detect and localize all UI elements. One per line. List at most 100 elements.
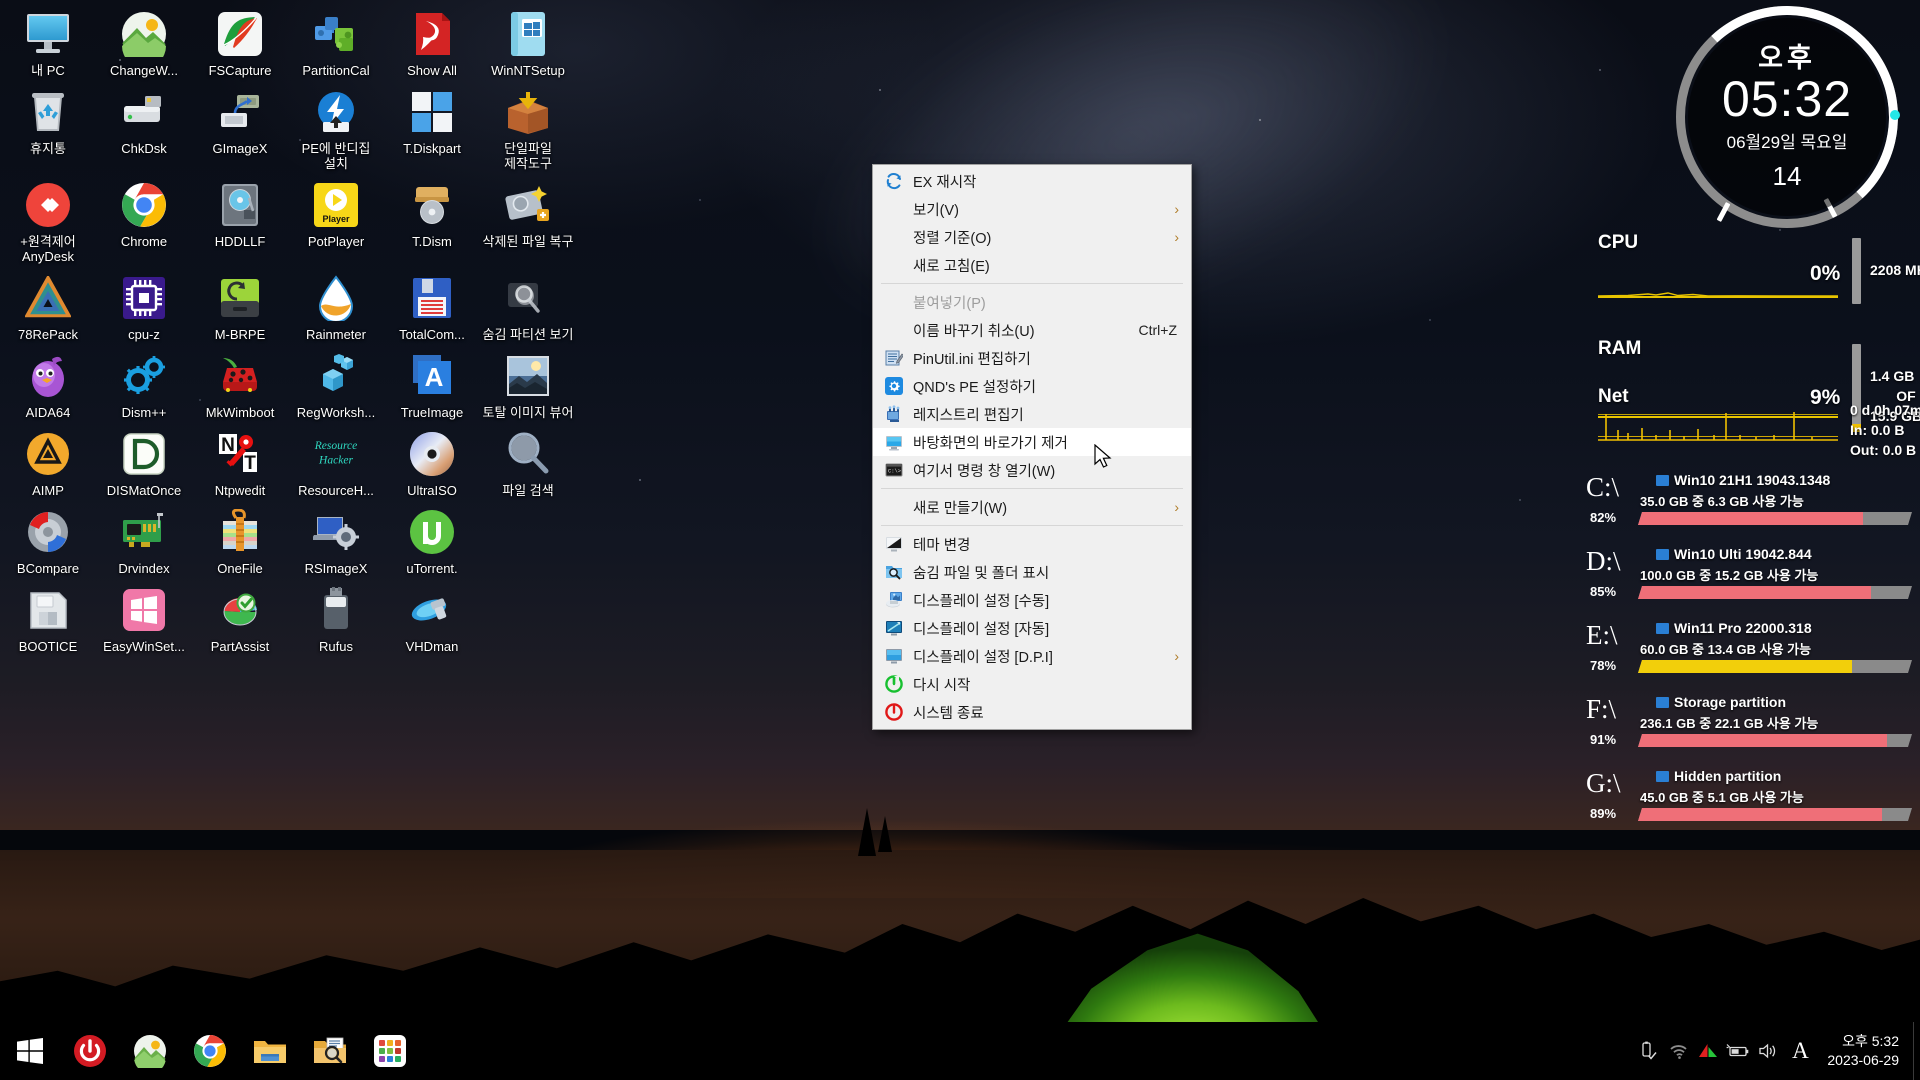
desktop-icon-hddllf[interactable]: HDDLLF (192, 171, 288, 264)
desktop-icon-bandizip-pe[interactable]: PE에 반디집 설치 (288, 78, 384, 171)
desktop-icon-ultraiso[interactable]: UltraISO (384, 420, 480, 498)
wifi-icon[interactable] (1663, 1022, 1693, 1080)
volume-icon[interactable] (1753, 1022, 1783, 1080)
cpu-meter: CPU 0% 2208 MHz (1580, 232, 1920, 312)
taskbar-clock[interactable]: 오후 5:32 2023-06-29 (1817, 1032, 1913, 1070)
desktop-icon-trueimage[interactable]: A TrueImage (384, 342, 480, 420)
drive-meter: D:\ Win10 Ulti 19042.844 100.0 GB 중 15.2 G… (1580, 540, 1920, 612)
desktop-icon-row: 78RePack cpu-z M-BRPE Rainmeter TotalCom... 숨… (0, 264, 573, 342)
menu-item[interactable]: EX 재시작 (873, 167, 1191, 195)
desktop-icon-78repack[interactable]: 78RePack (0, 264, 96, 342)
ime-indicator[interactable]: A (1783, 1022, 1817, 1080)
desktop-icon-drvindex[interactable]: Drvindex (96, 498, 192, 576)
start-button[interactable] (0, 1022, 60, 1080)
menu-item[interactable]: 레지스트리 편집기 (873, 400, 1191, 428)
menu-item[interactable]: 바탕화면의 바로가기 제거 (873, 428, 1191, 456)
desktop-icon-bcompare[interactable]: BCompare (0, 498, 96, 576)
desktop-icon-aimp[interactable]: AIMP (0, 420, 96, 498)
clock-widget[interactable]: 오후 05:32 06월29일 목요일 14 (1672, 2, 1902, 232)
desktop-icon-hidden-partition[interactable]: 숨김 파티션 보기 (480, 264, 576, 342)
menu-item[interactable]: C:\> 여기서 명령 창 열기(W) (873, 456, 1191, 484)
desktop-icon-rufus[interactable]: Rufus (288, 576, 384, 654)
desktop-icon-t-diskpart[interactable]: T.Diskpart (384, 78, 480, 171)
desktop-icon-label: +원격제어 AnyDesk (20, 234, 76, 264)
desktop-icon-totalcommander[interactable]: TotalCom... (384, 264, 480, 342)
search-files-button[interactable] (300, 1022, 360, 1080)
desktop-icon-total-image-viewer[interactable]: 토탈 이미지 뷰어 (480, 342, 576, 420)
menu-item[interactable]: PinUtil.ini 편집하기 (873, 344, 1191, 372)
desktop-context-menu[interactable]: EX 재시작 보기(V) › 정렬 기준(O) › 새로 고침(E) 붙여넣기(P) 이름 바… (872, 164, 1192, 730)
desktop-icon-potplayer[interactable]: Player PotPlayer (288, 171, 384, 264)
menu-item[interactable]: 숨김 파일 및 폴더 표시 (873, 558, 1191, 586)
usb-eject-icon[interactable] (1633, 1022, 1663, 1080)
desktop-icon-regworkshop[interactable]: RegWorksh... (288, 342, 384, 420)
desktop-icon-file-recovery[interactable]: 삭제된 파일 복구 (480, 171, 576, 264)
desktop-icon-file-search[interactable]: 파일 검색 (480, 420, 576, 498)
desktop-icon-aida64[interactable]: AIDA64 (0, 342, 96, 420)
desktop-icon-my-computer[interactable]: 내 PC (0, 0, 96, 78)
desktop-icon-fscapture[interactable]: FSCapture (192, 0, 288, 78)
desktop-icon-easywinsetup[interactable]: EasyWinSet... (96, 576, 192, 654)
mkwimboot-icon (216, 352, 264, 400)
menu-item[interactable]: 새로 만들기(W) › (873, 493, 1191, 521)
menu-item-label: 다시 시작 (913, 677, 971, 694)
menu-item[interactable]: 디스플레이 설정 [D.P.I] › (873, 642, 1191, 670)
desktop-icon-bootice[interactable]: BOOTICE (0, 576, 96, 654)
desktop-icon-cpuz[interactable]: cpu-z (96, 264, 192, 342)
desktop-icon-chrome[interactable]: Chrome (96, 171, 192, 264)
menu-item[interactable]: 정렬 기준(O) › (873, 223, 1191, 251)
desktop-icon-utorrent[interactable]: uTorrent. (384, 498, 480, 576)
file-explorer-button[interactable] (240, 1022, 300, 1080)
desktop-icon-anydesk[interactable]: +원격제어 AnyDesk (0, 171, 96, 264)
desktop-icon-show-all[interactable]: Show All (384, 0, 480, 78)
power-button[interactable] (60, 1022, 120, 1080)
desktop-icon-mkwimboot[interactable]: MkWimboot (192, 342, 288, 420)
desktop-icon-change-wallpaper[interactable]: ChangeW... (96, 0, 192, 78)
desktop-icon-t-dism[interactable]: T.Dism (384, 171, 480, 264)
app-grid-button[interactable] (360, 1022, 420, 1080)
battery-icon[interactable] (1723, 1022, 1753, 1080)
photos-button[interactable] (120, 1022, 180, 1080)
desktop-icon-rsimagex[interactable]: RSImageX (288, 498, 384, 576)
menu-item[interactable]: 시스템 종료 (873, 698, 1191, 726)
cpu-label: CPU (1598, 232, 1639, 253)
svg-text:N: N (221, 435, 235, 456)
desktop-icon-ntpwedit[interactable]: N T Ntpwedit (192, 420, 288, 498)
chrome-button[interactable] (180, 1022, 240, 1080)
menu-item[interactable]: 새로 고침(E) (873, 251, 1191, 279)
partitioncal-icon (312, 10, 360, 58)
desktop-icon-label: GImageX (212, 141, 268, 156)
menu-item[interactable]: QND's PE 설정하기 (873, 372, 1191, 400)
desktop-icon-row: AIMP DISMatOnce N T Ntpwedit Resource Hacker Re… (0, 420, 560, 498)
drive-title: Hidden partition (1656, 768, 1781, 784)
menu-item[interactable]: 디스플레이 설정 [자동] (873, 614, 1191, 642)
menu-item[interactable]: 다시 시작 (873, 670, 1191, 698)
desktop-icon-resource-hacker[interactable]: Resource Hacker ResourceH... (288, 420, 384, 498)
desktop-icon-winntsetup[interactable]: WinNTSetup (480, 0, 576, 78)
desktop-icon-onefile[interactable]: OneFile (192, 498, 288, 576)
drive-title-text: Win10 21H1 19043.1348 (1674, 472, 1831, 488)
desktop-icon-single-file-tool[interactable]: 단일파일 제작도구 (480, 78, 576, 171)
desktop-icon-label: Rufus (319, 639, 353, 654)
menu-item[interactable]: 보기(V) › (873, 195, 1191, 223)
desktop-icon-m-brpe[interactable]: M-BRPE (192, 264, 288, 342)
desktop-icon-rainmeter[interactable]: Rainmeter (288, 264, 384, 342)
desktop-icon-recycle-bin[interactable]: 휴지통 (0, 78, 96, 171)
network-arrows-icon[interactable] (1693, 1022, 1723, 1080)
chkdsk-icon (120, 88, 168, 136)
desktop-icon-dismpp[interactable]: Dism++ (96, 342, 192, 420)
drive-letter: D:\ (1586, 546, 1621, 576)
menu-item[interactable]: 이름 바꾸기 취소(U) Ctrl+Z (873, 316, 1191, 344)
show-desktop-button[interactable] (1913, 1022, 1920, 1080)
desktop-icon-vhdman[interactable]: VHDman (384, 576, 480, 654)
desktop-icon-dismatonce[interactable]: DISMatOnce (96, 420, 192, 498)
desktop-icon-partitioncal[interactable]: PartitionCal (288, 0, 384, 78)
drive-title-text: Hidden partition (1674, 768, 1782, 784)
drive-letter: F:\ (1586, 694, 1617, 724)
svg-text:T: T (244, 453, 256, 474)
desktop-icon-chkdsk[interactable]: ChkDsk (96, 78, 192, 171)
menu-item[interactable]: 디스플레이 설정 [수동] (873, 586, 1191, 614)
desktop-icon-gimagex[interactable]: GImageX (192, 78, 288, 171)
desktop-icon-partassist[interactable]: PartAssist (192, 576, 288, 654)
menu-item[interactable]: 테마 변경 (873, 530, 1191, 558)
